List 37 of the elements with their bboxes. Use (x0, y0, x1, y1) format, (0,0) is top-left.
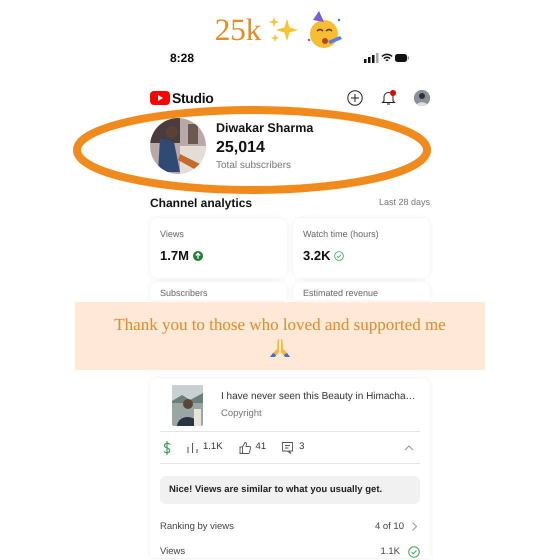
praying-hands-icon (269, 338, 291, 358)
metric-card[interactable]: Estimated revenue (293, 282, 430, 300)
status-icons (364, 53, 410, 63)
stat-value: 41 (256, 440, 266, 454)
metric-card[interactable]: Watch time (hours) 3.2K (293, 218, 430, 278)
chevron-up-icon[interactable] (404, 444, 414, 450)
subscriber-count: 25,014 (216, 138, 266, 158)
account-avatar[interactable] (414, 90, 430, 106)
studio-logo: Studio (150, 88, 214, 108)
channel-name: Diwakar Sharma (216, 120, 314, 136)
banner-text: Thank you to those who loved and supported me (114, 314, 446, 336)
metric-label: Subscribers (160, 287, 209, 299)
dollar-icon (163, 440, 171, 454)
metric-card[interactable]: Subscribers (150, 282, 287, 300)
metric-row-value: 1.1K (380, 544, 400, 559)
section-title: Channel analytics (150, 195, 252, 212)
chevron-right-icon[interactable] (412, 522, 417, 532)
metric-label: Watch time (hours) (303, 228, 380, 240)
metric-value: 1.7M (160, 247, 189, 265)
metric-label: Views (160, 228, 185, 240)
metric-value: 3.2K (303, 247, 330, 265)
metric-row-value: 4 of 10 (374, 520, 404, 534)
notification-icon[interactable] (381, 90, 396, 106)
headline-text: 25k (214, 11, 262, 49)
stat-value: 1.1K (203, 440, 223, 454)
status-time: 8:28 (170, 50, 194, 67)
metric-label: Estimated revenue (303, 287, 380, 299)
metric-row-label: Views (160, 544, 186, 559)
metric-card[interactable]: Views 1.7M (150, 218, 287, 278)
subscriber-label: Total subscribers (216, 158, 292, 172)
video-title[interactable]: I have never seen this Beauty in Himacha… (221, 389, 416, 404)
stat-value: 3 (299, 440, 304, 454)
insight-message: Nice! Views are similar to what you usually get. (160, 476, 420, 504)
metric-row-label: Ranking by views (160, 520, 234, 534)
period-label: Last 28 days (378, 196, 430, 210)
video-subtitle: Copyright (221, 407, 263, 422)
add-icon[interactable] (347, 90, 363, 106)
